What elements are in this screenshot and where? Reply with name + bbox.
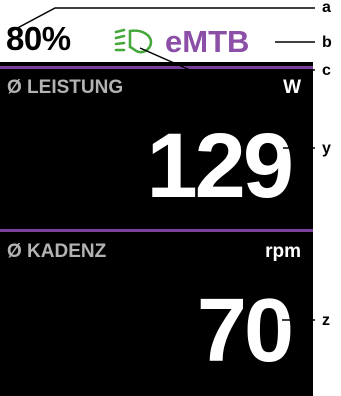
display-screen: 80% eMTB Ø LEISTUNG W 129 Ø KADENZ rpm 7… bbox=[0, 0, 313, 396]
field-unit-cadence: rpm bbox=[265, 241, 301, 262]
callout-label-c: c bbox=[322, 62, 331, 79]
divider bbox=[0, 229, 313, 232]
field-value-power: 129 bbox=[146, 115, 294, 217]
field-value-cadence: 70 bbox=[196, 281, 294, 381]
status-bar: 80% eMTB bbox=[0, 0, 313, 62]
callout-label-b: b bbox=[322, 34, 332, 51]
callout-label-y: y bbox=[322, 140, 331, 157]
battery-level: 80% bbox=[6, 20, 71, 57]
field-label-power: Ø LEISTUNG bbox=[7, 77, 124, 98]
divider bbox=[0, 66, 313, 69]
headlight-icon bbox=[114, 28, 153, 54]
callout-label-z: z bbox=[322, 312, 330, 329]
callout-label-a: a bbox=[322, 0, 331, 16]
riding-mode: eMTB bbox=[165, 24, 250, 59]
field-label-cadence: Ø KADENZ bbox=[7, 241, 107, 262]
field-unit-power: W bbox=[283, 77, 301, 98]
